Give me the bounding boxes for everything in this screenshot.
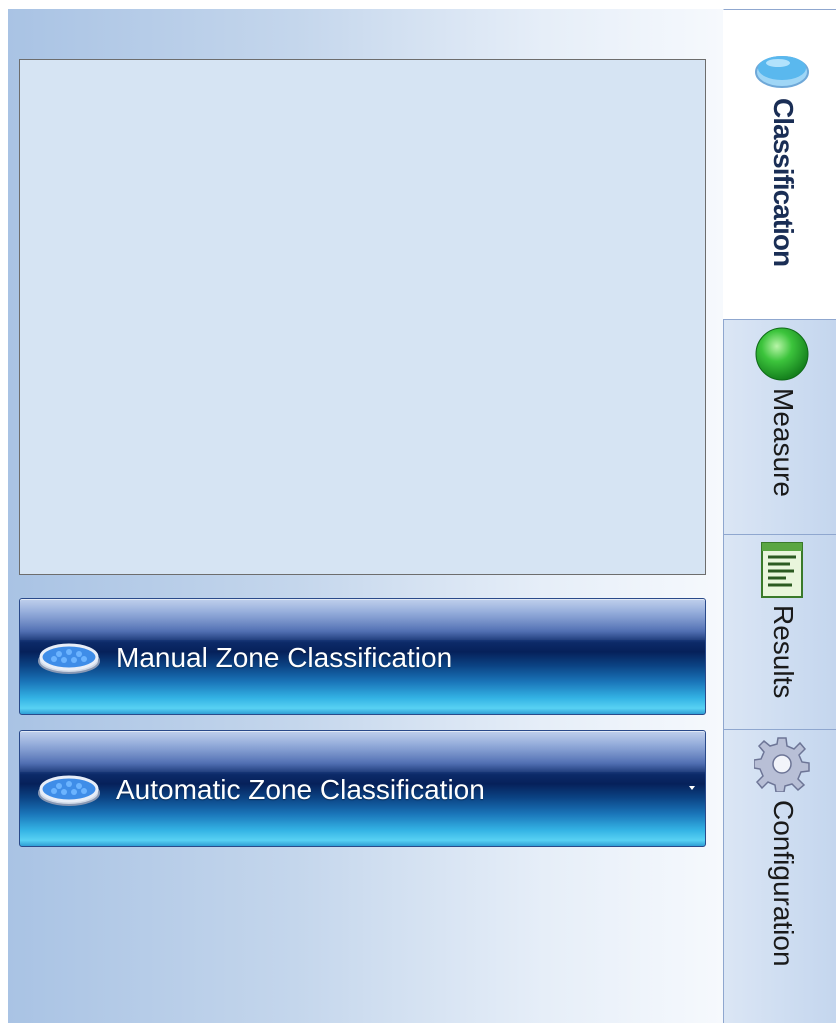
- button-gloss: [20, 599, 705, 641]
- green-circle-icon: [755, 327, 809, 381]
- manual-zone-classification-button[interactable]: Manual Zone Classification: [19, 598, 706, 715]
- petri-dish-icon: [38, 775, 100, 806]
- automatic-zone-classification-label: Automatic Zone Classification: [116, 774, 485, 805]
- automatic-zone-classification-button[interactable]: Automatic Zone Classification: [19, 730, 706, 847]
- tab-results[interactable]: Results: [723, 534, 836, 729]
- report-icon: [761, 542, 803, 598]
- tab-configuration[interactable]: Configuration: [723, 729, 836, 1023]
- gear-icon: [754, 737, 810, 792]
- tab-results-label: Results: [768, 605, 799, 699]
- image-preview-area: [19, 59, 706, 575]
- tab-classification-label: Classification: [768, 98, 799, 267]
- tab-classification[interactable]: Classification: [723, 9, 836, 319]
- dropdown-arrow-icon[interactable]: [689, 786, 695, 790]
- button-gloss: [20, 731, 705, 773]
- petri-dish-icon: [38, 643, 100, 674]
- tab-configuration-label: Configuration: [768, 800, 799, 967]
- tab-measure-label: Measure: [768, 388, 799, 497]
- tab-measure[interactable]: Measure: [723, 319, 836, 534]
- manual-zone-classification-label: Manual Zone Classification: [116, 642, 453, 673]
- lens-icon: [755, 56, 809, 88]
